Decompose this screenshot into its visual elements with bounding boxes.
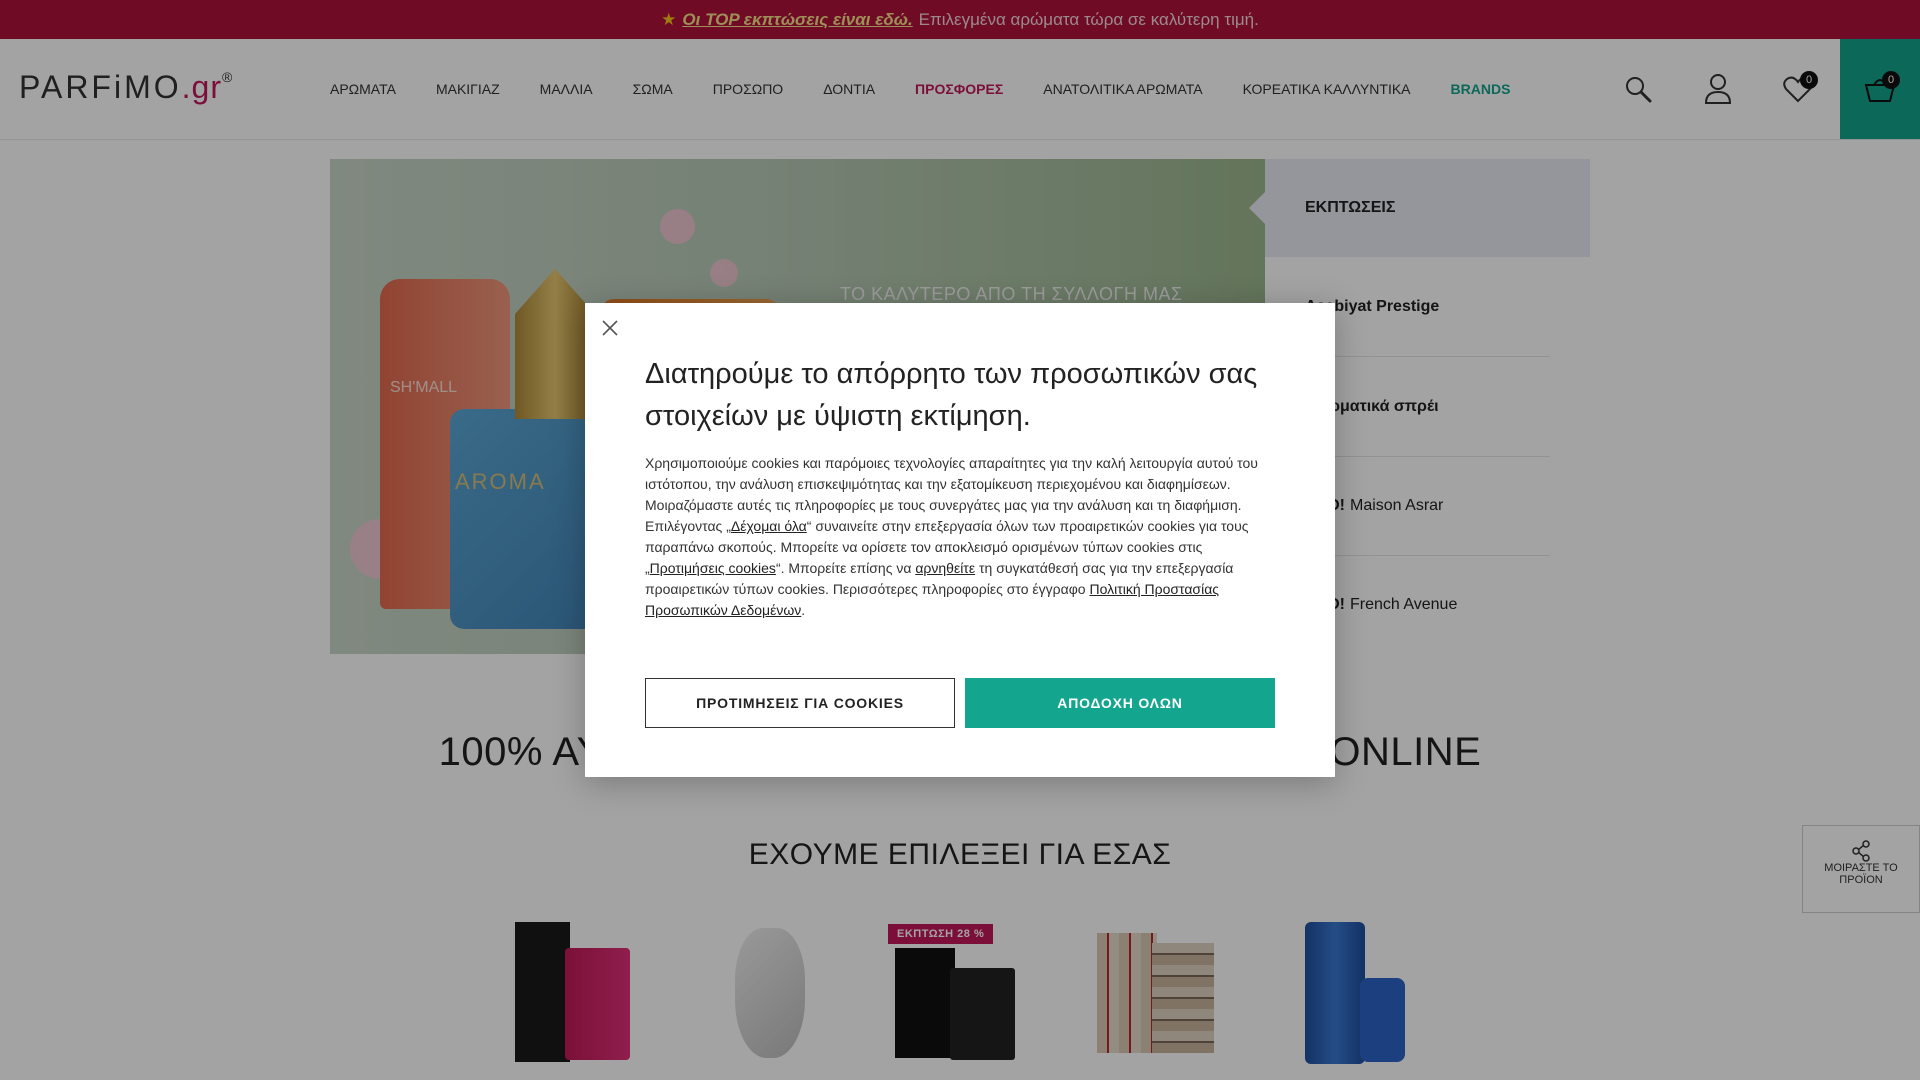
cookie-consent-dialog: Διατηρούμε το απόρρητο των προσωπικών σα… — [585, 303, 1335, 777]
decline-link[interactable]: αρνηθείτε — [915, 560, 975, 576]
close-button[interactable] — [599, 317, 621, 339]
dialog-title: Διατηρούμε το απόρρητο των προσωπικών σα… — [645, 358, 1258, 432]
dialog-text: “. Μπορείτε επίσης να — [775, 560, 916, 576]
dialog-text: . — [801, 602, 806, 618]
dialog-body: Χρησιμοποιούμε cookies και παρόμοιες τεχ… — [645, 453, 1285, 621]
accept-all-link[interactable]: Δέχομαι όλα — [731, 518, 807, 534]
cookie-preferences-link[interactable]: Προτιμήσεις cookies — [650, 560, 776, 576]
accept-all-button[interactable]: ΑΠΟΔΟΧΗ ΟΛΩΝ — [965, 678, 1275, 728]
close-icon — [602, 320, 618, 336]
cookie-preferences-button[interactable]: ΠΡΟΤΙΜΗΣΕΙΣ ΓΙΑ COOKIES — [645, 678, 955, 728]
